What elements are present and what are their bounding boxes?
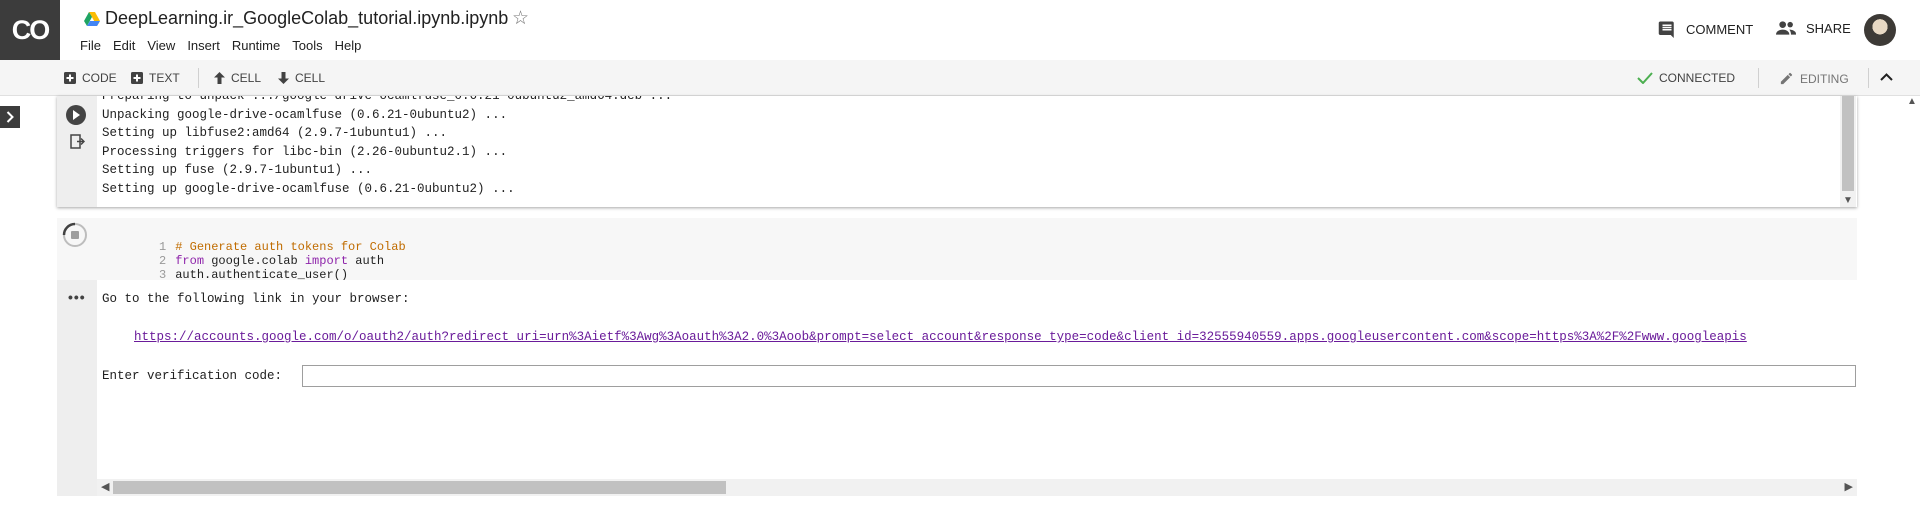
verification-code-label: Enter verification code: [102, 369, 283, 383]
cell-up-label: CELL [231, 71, 262, 85]
chevron-right-icon [6, 111, 14, 123]
line-number: 1 [159, 240, 167, 254]
run-cell-button[interactable] [66, 105, 86, 125]
notebook-toolbar: CODE TEXT CELL CELL CONNECTED EDITING [0, 60, 1920, 96]
code-cell-auth[interactable]: 1 # Generate auth tokens for Colab 2 from … [57, 218, 1857, 496]
page-vertical-scrollbar[interactable]: ▲ [1903, 96, 1920, 515]
runtime-status-button[interactable]: CONNECTED [1637, 71, 1735, 85]
arrow-down-icon [278, 72, 289, 84]
code-editor[interactable]: 1 # Generate auth tokens for Colab 2 from … [97, 226, 406, 282]
notebook-title[interactable]: DeepLearning.ir_GoogleColab_tutorial.ipy… [105, 8, 508, 29]
code-comment: # Generate auth tokens for Colab [175, 240, 406, 254]
install-log: Preparing to unpack .../google-drive-oca… [102, 96, 672, 199]
scroll-up-arrow-icon[interactable]: ▲ [1907, 96, 1917, 107]
menu-edit[interactable]: Edit [107, 38, 141, 53]
star-icon[interactable]: ☆ [512, 7, 529, 30]
log-line: Processing triggers for libc-bin (2.26-0… [102, 144, 508, 159]
log-line: Setting up fuse (2.9.7-1ubuntu1) ... [102, 163, 373, 178]
plus-box-icon [64, 72, 76, 84]
colab-logo[interactable]: CO [0, 0, 60, 60]
move-cell-up-button[interactable]: CELL [214, 71, 261, 85]
arrow-up-icon [214, 72, 225, 84]
add-text-label: TEXT [149, 71, 180, 85]
toolbar-divider [1868, 68, 1869, 88]
code-keyword: from [175, 254, 205, 268]
play-icon [73, 110, 80, 120]
add-code-label: CODE [82, 71, 117, 85]
people-icon [1776, 21, 1796, 35]
code-module: google.colab [204, 254, 305, 268]
log-line: Setting up libfuse2:amd64 (2.9.7-1ubuntu… [102, 126, 448, 141]
menu-view[interactable]: View [141, 38, 181, 53]
cell-gutter [57, 96, 97, 207]
share-label: SHARE [1806, 20, 1851, 36]
toolbar-divider [198, 68, 199, 88]
app-header: CO DeepLearning.ir_GoogleColab_tutorial.… [0, 0, 1920, 60]
share-button[interactable]: SHARE [1776, 20, 1851, 36]
cell-output-install: Preparing to unpack .../google-drive-oca… [57, 96, 1857, 207]
output-gutter [57, 280, 97, 496]
add-code-cell-button[interactable]: CODE [64, 71, 117, 85]
comment-button[interactable]: COMMENT [1658, 20, 1753, 38]
plus-box-icon [131, 72, 143, 84]
log-line: Preparing to unpack .../google-drive-oca… [102, 96, 673, 103]
oauth-link[interactable]: https://accounts.google.com/o/oauth2/aut… [134, 330, 1856, 344]
scrollbar-thumb[interactable] [113, 481, 726, 494]
auth-instructions: Go to the following link in your browser… [102, 292, 410, 306]
menu-help[interactable]: Help [329, 38, 368, 53]
menu-insert[interactable]: Insert [181, 38, 226, 53]
editing-mode-label: EDITING [1800, 71, 1849, 86]
menu-runtime[interactable]: Runtime [226, 38, 286, 53]
clear-output-icon[interactable] [70, 134, 85, 149]
running-spinner-icon[interactable] [62, 222, 88, 248]
scroll-down-arrow-icon[interactable]: ▼ [1843, 195, 1853, 206]
scroll-left-arrow-icon[interactable]: ◀ [101, 480, 109, 493]
sidebar-toggle[interactable] [0, 106, 20, 128]
menu-file[interactable]: File [74, 38, 107, 53]
code-keyword: import [304, 254, 349, 268]
output-horizontal-scrollbar[interactable]: ◀ ▶ [97, 479, 1857, 496]
menu-tools[interactable]: Tools [286, 38, 328, 53]
cell-output-auth [97, 280, 1857, 496]
code-line: 1 # Generate auth tokens for Colab [97, 226, 406, 254]
checkmark-icon [1637, 72, 1653, 84]
code-name: auth [348, 254, 385, 268]
log-line: Unpacking google-drive-ocamlfuse (0.6.21… [102, 107, 508, 122]
menu-bar: File Edit View Insert Runtime Tools Help [74, 38, 367, 53]
verification-code-input[interactable] [302, 365, 1856, 387]
output-vertical-scrollbar[interactable]: ▼ [1840, 96, 1856, 207]
cell-down-label: CELL [295, 71, 326, 85]
toolbar-divider [1758, 68, 1759, 88]
log-line: Setting up google-drive-ocamlfuse (0.6.2… [102, 181, 515, 196]
line-number: 2 [159, 254, 167, 268]
comment-label: COMMENT [1686, 21, 1754, 37]
move-cell-down-button[interactable]: CELL [278, 71, 325, 85]
scrollbar-thumb[interactable] [1842, 96, 1854, 191]
chevron-up-icon[interactable] [1880, 72, 1893, 82]
pencil-icon [1780, 72, 1793, 85]
scroll-right-arrow-icon[interactable]: ▶ [1845, 480, 1853, 493]
add-text-cell-button[interactable]: TEXT [131, 71, 180, 85]
connected-status-label: CONNECTED [1659, 71, 1736, 85]
user-avatar[interactable] [1864, 14, 1896, 46]
output-more-actions-button[interactable]: ••• [68, 289, 86, 305]
logo-text: CO [11, 14, 50, 45]
comment-icon [1658, 21, 1674, 38]
google-drive-icon [84, 12, 100, 26]
editing-mode-button[interactable]: EDITING [1779, 71, 1849, 86]
